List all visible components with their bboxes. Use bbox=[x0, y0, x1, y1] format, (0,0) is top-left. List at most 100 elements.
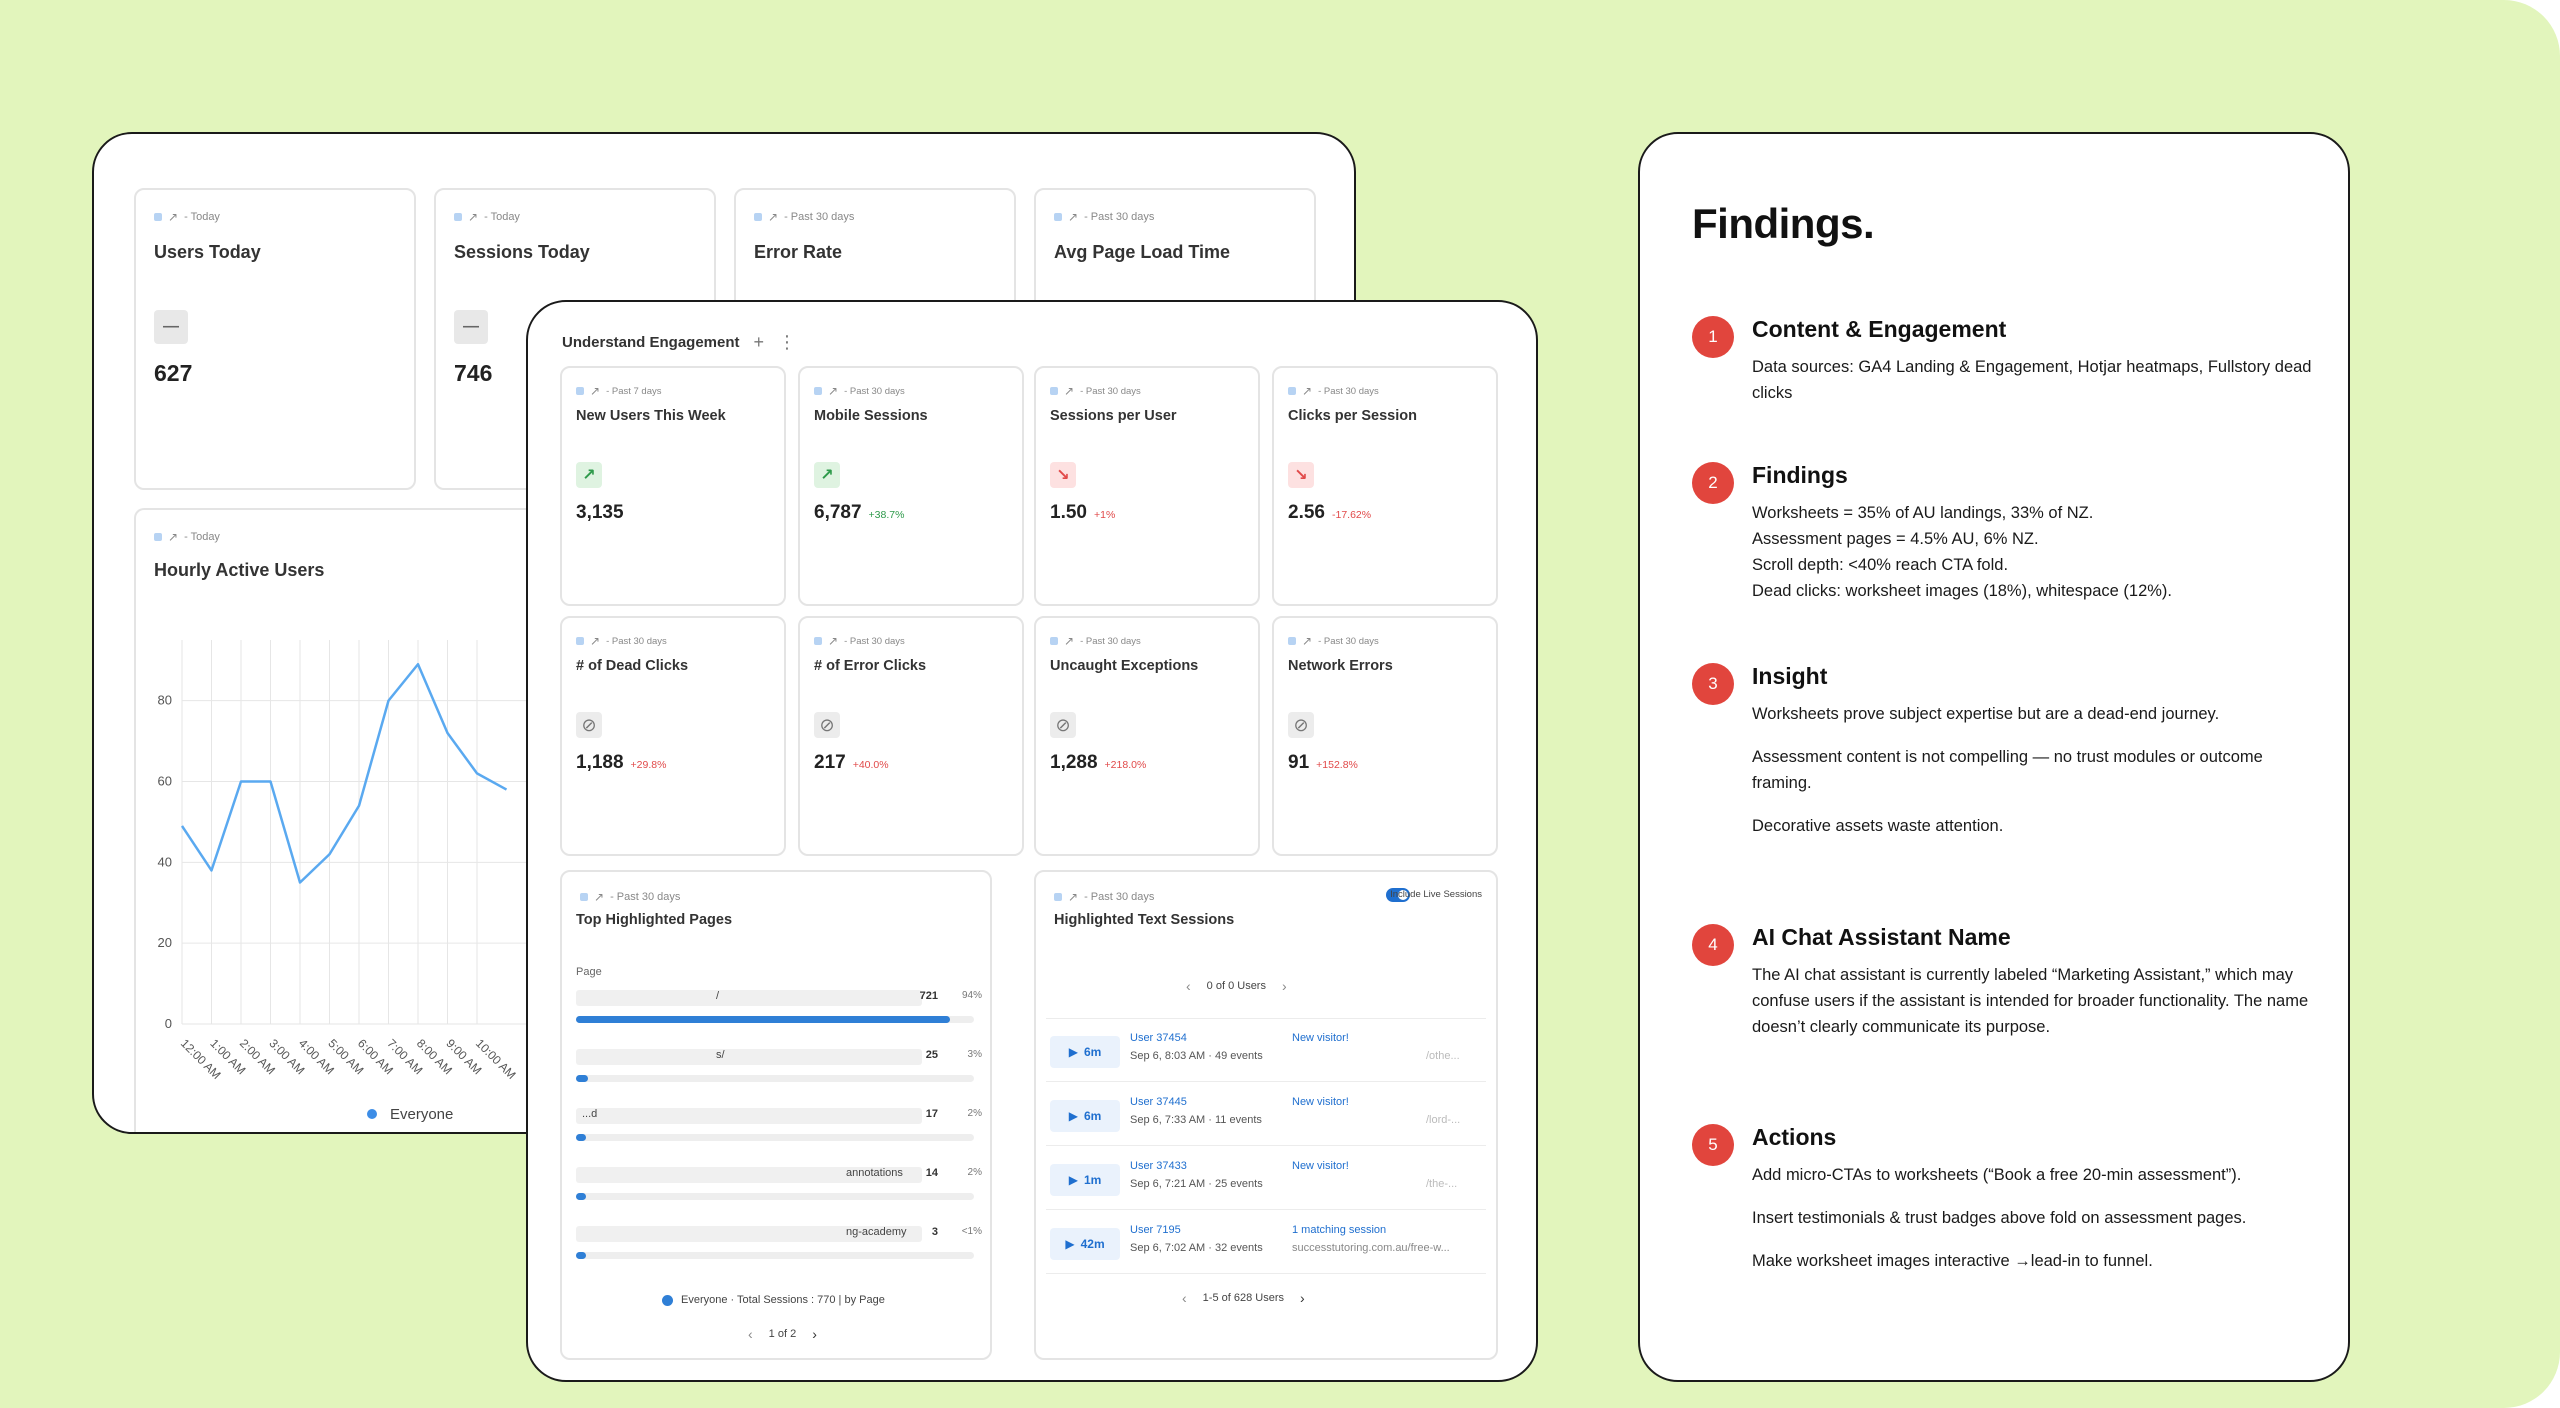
next-page-button[interactable]: › bbox=[1282, 978, 1287, 994]
add-icon[interactable]: + bbox=[754, 332, 765, 353]
card-value: 627 bbox=[154, 360, 193, 386]
redacted-url-bar bbox=[576, 1108, 922, 1124]
hourly-active-users-card[interactable]: ↗ - Today Hourly Active Users 0 20 40 60 80 12… bbox=[134, 508, 556, 1132]
session-tag[interactable]: New visitor! bbox=[1292, 1032, 1349, 1044]
metric-change: -17.62% bbox=[1331, 509, 1372, 521]
prev-page-button[interactable]: ‹ bbox=[748, 1326, 753, 1342]
series-color-swatch bbox=[1054, 213, 1062, 221]
finding-body: Data sources: GA4 Landing & Engagement, … bbox=[1752, 354, 2312, 423]
play-session-button[interactable]: ▶ 6m bbox=[1050, 1100, 1120, 1132]
highlighted-text-sessions-card[interactable]: ↗ - Past 30 days Highlighted Text Session… bbox=[1034, 870, 1498, 1360]
pager-text: 1-5 of 628 Users bbox=[1202, 1292, 1284, 1304]
session-url: successtutoring.com.au/free-w... bbox=[1292, 1242, 1450, 1254]
blocked-icon: ⊘ bbox=[1050, 712, 1076, 738]
arrow-up-right-icon: ↗ bbox=[814, 462, 840, 488]
share-bar-track bbox=[576, 1252, 974, 1259]
metric-card[interactable]: ↗ - Past 7 days New Users This Week ↗ 3,135 bbox=[560, 366, 786, 606]
prev-page-button[interactable]: ‹ bbox=[1186, 978, 1191, 994]
page-label: ...d bbox=[582, 1108, 598, 1120]
neutral-dash-icon: — bbox=[454, 310, 488, 344]
next-page-button[interactable]: › bbox=[1300, 1290, 1305, 1306]
metric-card[interactable]: ↗ - Past 30 days Sessions per User ↘ 1.50 +1% bbox=[1034, 366, 1260, 606]
metric-change: +29.8% bbox=[630, 759, 667, 771]
session-user-link[interactable]: User 37454 bbox=[1130, 1032, 1187, 1044]
session-row[interactable]: ▶ 6m User 37454 Sep 6, 8:03 AM · 49 events N… bbox=[1046, 1020, 1486, 1082]
metric-card[interactable]: ↗ - Past 30 days Uncaught Exceptions ⊘ 1,288… bbox=[1034, 616, 1260, 856]
session-tag[interactable]: New visitor! bbox=[1292, 1096, 1349, 1108]
page-label: ng-academy bbox=[846, 1226, 907, 1238]
card-title: Sessions per User bbox=[1050, 408, 1177, 424]
metric-card[interactable]: ↗ - Past 30 days Clicks per Session ↘ 2.56 -1… bbox=[1272, 366, 1498, 606]
session-user-link[interactable]: User 37433 bbox=[1130, 1160, 1187, 1172]
y-tick-label: 60 bbox=[158, 773, 172, 788]
card-title: Highlighted Text Sessions bbox=[1054, 912, 1235, 928]
session-tag[interactable]: New visitor! bbox=[1292, 1160, 1349, 1172]
play-icon: ▶ bbox=[1068, 1173, 1078, 1187]
table-row[interactable]: ...d 17 2% bbox=[576, 1108, 982, 1144]
table-row[interactable]: / 721 94% bbox=[576, 990, 982, 1026]
share-bar-track bbox=[576, 1016, 974, 1023]
top-highlighted-pages-card[interactable]: ↗ - Past 30 days Top Highlighted Pages Pag… bbox=[560, 870, 992, 1360]
metric-value: 217 bbox=[814, 752, 846, 773]
column-header-page: Page bbox=[576, 966, 602, 978]
card-meta: ↗ - Past 30 days bbox=[1050, 384, 1141, 398]
session-tag[interactable]: 1 matching session bbox=[1292, 1224, 1386, 1236]
play-session-button[interactable]: ▶ 42m bbox=[1050, 1228, 1120, 1260]
table-row[interactable]: ng-academy 3 <1% bbox=[576, 1226, 982, 1262]
table-row[interactable]: annotations 14 2% bbox=[576, 1167, 982, 1203]
finding-heading: Insight bbox=[1752, 663, 1828, 689]
card-meta: ↗ - Past 30 days bbox=[1054, 890, 1154, 904]
session-percent: 94% bbox=[961, 990, 982, 1001]
share-bar-fill bbox=[576, 1016, 951, 1023]
next-page-button[interactable]: › bbox=[812, 1326, 817, 1342]
session-path: /the-... bbox=[1426, 1178, 1458, 1190]
blocked-icon: ⊘ bbox=[1288, 712, 1314, 738]
x-tick-label: 10:00 AM bbox=[473, 1036, 519, 1082]
metric-value: 91 bbox=[1288, 752, 1310, 773]
series-color-swatch bbox=[576, 387, 584, 395]
more-menu-icon[interactable]: ⋮ bbox=[778, 332, 796, 353]
legend-label: Everyone bbox=[390, 1106, 453, 1123]
metric-card[interactable]: ↗ - Past 30 days # of Dead Clicks ⊘ 1,188 +29… bbox=[560, 616, 786, 856]
metric-value-row: 91 +152.8% bbox=[1288, 752, 1358, 774]
page-label: annotations bbox=[846, 1167, 903, 1179]
pages-pager: ‹ 1 of 2 › bbox=[748, 1326, 817, 1342]
session-row[interactable]: ▶ 1m User 37433 Sep 6, 7:21 AM · 25 events N… bbox=[1046, 1148, 1486, 1210]
session-time: Sep 6, 8:03 AM · 49 events bbox=[1130, 1050, 1263, 1062]
series-color-swatch bbox=[580, 893, 588, 901]
card-meta: ↗ - Past 30 days bbox=[1288, 384, 1379, 398]
users-today-card[interactable]: ↗ - Today Users Today — 627 bbox=[134, 188, 416, 490]
play-session-button[interactable]: ▶ 1m bbox=[1050, 1164, 1120, 1196]
share-bar-track bbox=[576, 1075, 974, 1082]
page-label: s/ bbox=[716, 1049, 725, 1061]
session-row[interactable]: ▶ 6m User 37445 Sep 6, 7:33 AM · 11 events N… bbox=[1046, 1084, 1486, 1146]
session-user-link[interactable]: User 37445 bbox=[1130, 1096, 1187, 1108]
y-tick-label: 80 bbox=[158, 693, 172, 708]
session-count: 3 bbox=[931, 1226, 938, 1238]
card-value: 746 bbox=[454, 360, 493, 386]
session-row[interactable]: ▶ 42m User 7195 Sep 6, 7:02 AM · 32 events 1… bbox=[1046, 1212, 1486, 1274]
pager-text: 0 of 0 Users bbox=[1206, 980, 1266, 992]
session-path: /lord-... bbox=[1426, 1114, 1461, 1126]
session-user-link[interactable]: User 7195 bbox=[1130, 1224, 1181, 1236]
metric-card[interactable]: ↗ - Past 30 days Network Errors ⊘ 91 +152.8% bbox=[1272, 616, 1498, 856]
share-bar-track bbox=[576, 1193, 974, 1200]
card-meta: ↗ - Past 30 days bbox=[754, 210, 854, 224]
metric-card[interactable]: ↗ - Past 30 days Mobile Sessions ↗ 6,787 +38.… bbox=[798, 366, 1024, 606]
play-session-button[interactable]: ▶ 6m bbox=[1050, 1036, 1120, 1068]
series-color-swatch bbox=[454, 213, 462, 221]
prev-page-button[interactable]: ‹ bbox=[1182, 1290, 1187, 1306]
metric-card[interactable]: ↗ - Past 30 days # of Error Clicks ⊘ 217 +40.… bbox=[798, 616, 1024, 856]
series-color-swatch bbox=[814, 387, 822, 395]
metric-change: +38.7% bbox=[868, 509, 905, 521]
card-meta: ↗ - Past 30 days bbox=[1288, 634, 1379, 648]
session-duration: 6m bbox=[1083, 1045, 1102, 1059]
table-row[interactable]: s/25 3% bbox=[576, 1049, 982, 1085]
right-edge-mask bbox=[2420, 0, 2560, 1408]
finding-number-badge: 3 bbox=[1692, 663, 1734, 705]
play-icon: ▶ bbox=[1065, 1237, 1075, 1251]
metric-change: +218.0% bbox=[1104, 759, 1147, 771]
session-duration: 42m bbox=[1080, 1237, 1105, 1251]
metric-value-row: 1.50 +1% bbox=[1050, 502, 1115, 524]
session-duration: 6m bbox=[1083, 1109, 1102, 1123]
